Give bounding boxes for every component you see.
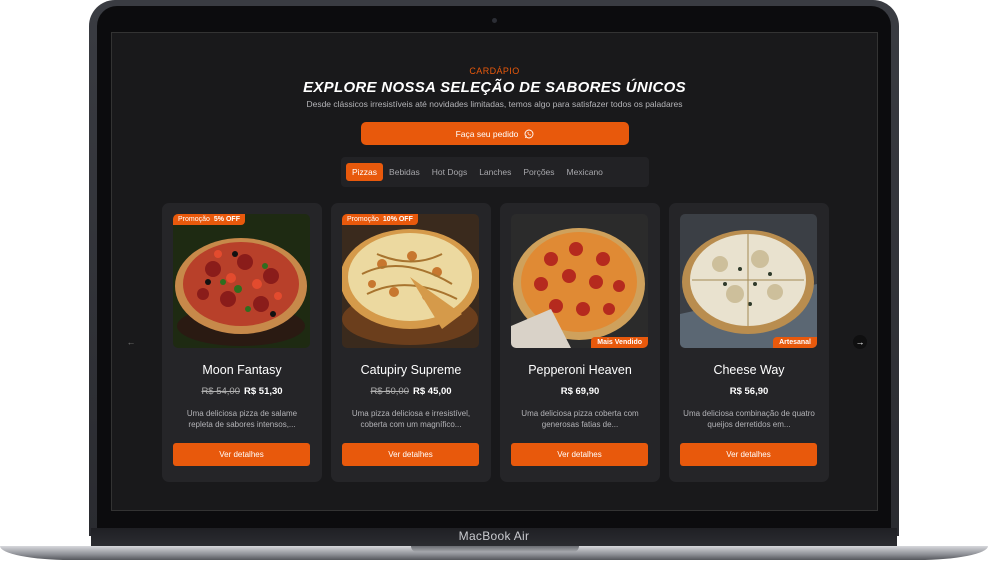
tab-pizzas[interactable]: Pizzas (346, 163, 384, 181)
arrow-left-icon: ← (126, 337, 136, 347)
category-tabs: Pizzas Bebidas Hot Dogs Lanches Porções … (341, 157, 649, 187)
product-description: Uma pizza deliciosa e irresistível, cobe… (351, 409, 471, 429)
badge: Artesanal (773, 337, 817, 348)
product-price: R$ 54,00 R$ 51,30 (162, 386, 322, 397)
order-button[interactable]: Faça seu pedido (361, 122, 629, 145)
product-card: Promoção 10% OFF Catupiry Supreme R$ 50,0… (331, 203, 491, 482)
laptop-notch (411, 546, 579, 552)
product-description: Uma deliciosa combinação de quatro queij… (683, 409, 815, 429)
product-name: Moon Fantasy (202, 363, 282, 377)
product-image: Promoção 10% OFF (342, 214, 479, 348)
device-label: MacBook Air (458, 529, 530, 543)
current-price: R$ 51,30 (244, 386, 283, 397)
details-button[interactable]: Ver detalhes (173, 443, 310, 466)
old-price: R$ 54,00 (201, 386, 240, 397)
product-price: R$ 50,00 R$ 45,00 (331, 386, 491, 397)
page-subtitle: Desde clássicos irresistíveis até novida… (306, 99, 683, 109)
order-button-label: Faça seu pedido (455, 128, 519, 139)
current-price: R$ 56,90 (729, 386, 769, 397)
product-image: Mais Vendido (511, 214, 648, 348)
details-button[interactable]: Ver detalhes (511, 443, 648, 466)
promo-tag: Promoção 10% OFF (342, 214, 418, 225)
product-description: Uma deliciosa pizza de salame repleta de… (186, 409, 298, 429)
details-button[interactable]: Ver detalhes (680, 443, 817, 466)
current-price: R$ 69,90 (560, 386, 600, 397)
website-screen: CARDÁPIO EXPLORE NOSSA SELEÇÃO DE SABORE… (111, 32, 878, 511)
product-price: R$ 69,90 (500, 386, 660, 397)
product-name: Cheese Way (713, 363, 785, 377)
camera-icon (492, 18, 497, 23)
tab-bebidas[interactable]: Bebidas (383, 163, 426, 181)
page-title: EXPLORE NOSSA SELEÇÃO DE SABORES ÚNICOS (303, 79, 686, 96)
product-card: Mais Vendido Pepperoni Heaven R$ 69,90 U… (500, 203, 660, 482)
details-button[interactable]: Ver detalhes (342, 443, 479, 466)
product-card: Artesanal Cheese Way R$ 56,90 Uma delici… (669, 203, 829, 482)
section-eyebrow: CARDÁPIO (469, 66, 520, 76)
current-price: R$ 45,00 (413, 386, 452, 397)
carousel-prev-button[interactable]: ← (124, 335, 138, 349)
tab-lanches[interactable]: Lanches (473, 163, 517, 181)
product-image: Artesanal (680, 214, 817, 348)
whatsapp-icon (524, 129, 534, 139)
laptop-mockup: MacBook Air CARDÁPIO EXPLORE NOSSA SELEÇ… (0, 0, 988, 568)
tab-mexicano[interactable]: Mexicano (561, 163, 609, 181)
badge: Mais Vendido (591, 337, 648, 348)
old-price: R$ 50,00 (370, 386, 409, 397)
arrow-right-icon: → (855, 337, 865, 347)
tab-porcoes[interactable]: Porções (517, 163, 560, 181)
product-price: R$ 56,90 (669, 386, 829, 397)
product-image: Promoção 5% OFF (173, 214, 310, 348)
product-name: Catupiry Supreme (360, 363, 462, 377)
product-card: Promoção 5% OFF Moon Fantasy R$ 54,00 R$ 5… (162, 203, 322, 482)
promo-tag: Promoção 5% OFF (173, 214, 245, 225)
carousel-next-button[interactable]: → (853, 335, 867, 349)
tab-hot-dogs[interactable]: Hot Dogs (426, 163, 473, 181)
product-name: Pepperoni Heaven (528, 363, 632, 377)
product-description: Uma deliciosa pizza coberta com generosa… (521, 409, 639, 429)
